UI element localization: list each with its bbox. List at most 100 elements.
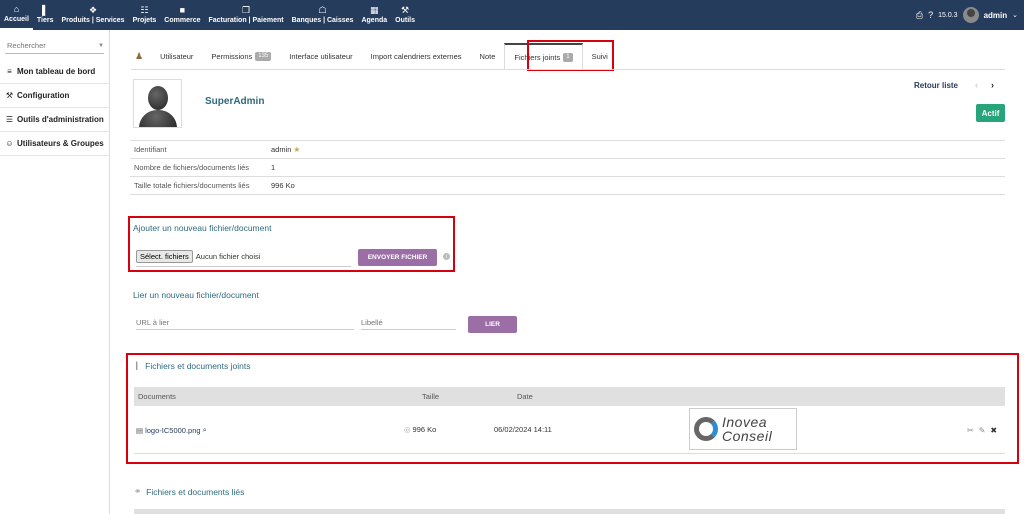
- building-icon: ▌: [42, 5, 49, 15]
- upload-section-title: Ajouter un nouveau fichier/document: [133, 223, 272, 233]
- sidebar-item-label: Outils d'administration: [17, 115, 104, 124]
- document-link[interactable]: logo-IC5000.png: [145, 426, 200, 435]
- highlight-annotation: [527, 40, 614, 71]
- user-tab-icon[interactable]: ♟: [131, 43, 151, 69]
- nav-label: Projets: [132, 17, 157, 24]
- nav-label: Tiers: [36, 17, 54, 24]
- file-icon: ❙: [133, 360, 141, 370]
- logo-text: Inovea Conseil: [722, 414, 773, 444]
- nav-home[interactable]: ⌂ Accueil: [0, 0, 33, 30]
- briefcase-icon: ■: [179, 5, 186, 15]
- previous-icon[interactable]: ‹: [975, 80, 978, 90]
- url-input[interactable]: [136, 316, 354, 330]
- chevron-down-icon[interactable]: ⌄: [1012, 11, 1018, 19]
- tab-badge: 135: [255, 51, 272, 61]
- no-file-text: Aucun fichier choisi: [195, 252, 261, 261]
- help-icon[interactable]: ?: [928, 10, 933, 20]
- tab-label: Utilisateur: [160, 51, 194, 61]
- tab-permissions[interactable]: Permissions 135: [202, 43, 280, 69]
- nav-projects[interactable]: ☷ Projets: [129, 0, 161, 30]
- tab-user-interface[interactable]: Interface utilisateur: [280, 43, 361, 69]
- sidebar-item-configuration[interactable]: ⚒ Configuration: [0, 84, 109, 108]
- tab-label: Note: [479, 51, 496, 61]
- user-info-table: Identifiant admin ★ Nombre de fichiers/d…: [130, 140, 1005, 195]
- file-field-underline: [136, 266, 351, 267]
- field-label: Taille totale fichiers/documents liés: [130, 176, 267, 195]
- delete-icon[interactable]: ✖: [990, 426, 997, 435]
- nav-billing[interactable]: ❐ Facturation | Paiement: [204, 0, 287, 30]
- label-input[interactable]: [361, 316, 456, 330]
- dropdown-arrow-icon[interactable]: ▼: [98, 43, 104, 49]
- link-button[interactable]: LIER: [468, 316, 517, 333]
- choose-file-button[interactable]: Sélect. fichiers: [136, 250, 193, 263]
- row-actions: ✂ ✎ ✖: [967, 426, 997, 435]
- linked-section-title: ⚭ Fichiers et documents liés: [134, 486, 244, 497]
- link-icon: ⚭: [134, 486, 142, 496]
- document-name-cell: ▤ logo-IC5000.png ⌕: [136, 425, 207, 435]
- table-row: Taille totale fichiers/documents liés 99…: [130, 176, 1005, 195]
- docs-section-title: ❙ Fichiers et documents joints: [133, 360, 250, 371]
- print-icon[interactable]: ⎙: [916, 10, 923, 21]
- nav-agenda[interactable]: ▦ Agenda: [357, 0, 391, 30]
- tab-label: Interface utilisateur: [289, 51, 353, 61]
- linked-title-text: Fichiers et documents liés: [146, 486, 245, 497]
- size-info-icon: ◎: [404, 425, 411, 434]
- send-file-button[interactable]: ENVOYER FICHIER: [358, 249, 437, 266]
- nav-banks[interactable]: ☖ Banques | Caisses: [288, 0, 358, 30]
- column-header-date[interactable]: Date: [517, 392, 533, 401]
- zoom-icon[interactable]: ⌕: [203, 425, 207, 435]
- search-box: ▼: [5, 38, 104, 54]
- top-right-area: ⎙ ? 15.0.3 admin ⌄: [916, 0, 1018, 30]
- page-title: SuperAdmin: [205, 96, 265, 107]
- bank-icon: ☖: [318, 5, 327, 15]
- tab-import-calendars[interactable]: Import calendriers externes: [362, 43, 471, 69]
- tab-user[interactable]: Utilisateur: [151, 43, 202, 69]
- sidebar-item-dashboard[interactable]: ≡ Mon tableau de bord: [0, 60, 109, 84]
- docs-title-text: Fichiers et documents joints: [145, 360, 251, 371]
- version-label: 15.0.3: [938, 11, 958, 19]
- nav-products-services[interactable]: ❖ Produits | Services: [58, 0, 129, 30]
- field-value: 996 Ko: [267, 176, 1005, 195]
- edit-icon[interactable]: ✎: [979, 426, 986, 435]
- nav-label: Banques | Caisses: [291, 17, 354, 24]
- document-preview-thumbnail[interactable]: Inovea Conseil: [689, 408, 797, 450]
- nav-commerce[interactable]: ■ Commerce: [160, 0, 204, 30]
- link-section-title: Lier un nouveau fichier/document: [133, 290, 259, 300]
- column-header-documents[interactable]: Documents: [138, 392, 176, 401]
- star-icon: ★: [293, 145, 301, 154]
- invoice-icon: ❐: [241, 5, 251, 15]
- sidebar-item-admin-tools[interactable]: ☰ Outils d'administration: [0, 108, 109, 132]
- nav-label: Accueil: [4, 16, 29, 23]
- left-sidebar: ▼ ≡ Mon tableau de bord ⚒Configuration ☰O…: [0, 30, 110, 514]
- field-value: 1: [267, 158, 1005, 177]
- sidebar-item-label: Configuration: [17, 91, 70, 100]
- tab-note[interactable]: Note: [471, 43, 505, 69]
- nav-third-parties[interactable]: ▌ Tiers: [33, 0, 58, 30]
- highlight-annotation: [126, 353, 1019, 464]
- cube-icon: ❖: [89, 5, 98, 15]
- document-size-cell: ◎ 996 Ko: [404, 425, 436, 434]
- user-name[interactable]: admin: [984, 11, 1008, 20]
- user-avatar[interactable]: [962, 7, 979, 23]
- wrench-icon: ⚒: [401, 5, 410, 15]
- field-label: Identifiant: [130, 140, 267, 159]
- search-input[interactable]: [7, 41, 87, 50]
- field-value: admin ★: [267, 140, 1005, 159]
- document-size: 996 Ko: [412, 425, 437, 434]
- sidebar-item-label: Utilisateurs & Groupes: [17, 139, 104, 148]
- crop-icon[interactable]: ✂: [967, 426, 974, 435]
- sidebar-item-users-groups[interactable]: ☺ Utilisateurs & Groupes: [0, 132, 109, 156]
- row-divider: [134, 453, 1005, 454]
- back-to-list-link[interactable]: Retour liste: [914, 81, 958, 90]
- column-header-size[interactable]: Taille: [422, 392, 439, 401]
- admin-icon: ☰: [5, 115, 14, 124]
- table-row: Nombre de fichiers/documents liés 1: [130, 158, 1005, 177]
- status-badge: Actif: [976, 104, 1005, 122]
- info-icon: i: [443, 253, 450, 260]
- linked-table-header: [134, 509, 1005, 514]
- nav-label: Facturation | Paiement: [208, 17, 284, 24]
- document-date: 06/02/2024 14:11: [494, 425, 552, 434]
- nav-tools[interactable]: ⚒ Outils: [391, 0, 419, 30]
- next-icon[interactable]: ›: [991, 80, 994, 90]
- dashboard-icon: ≡: [7, 67, 12, 76]
